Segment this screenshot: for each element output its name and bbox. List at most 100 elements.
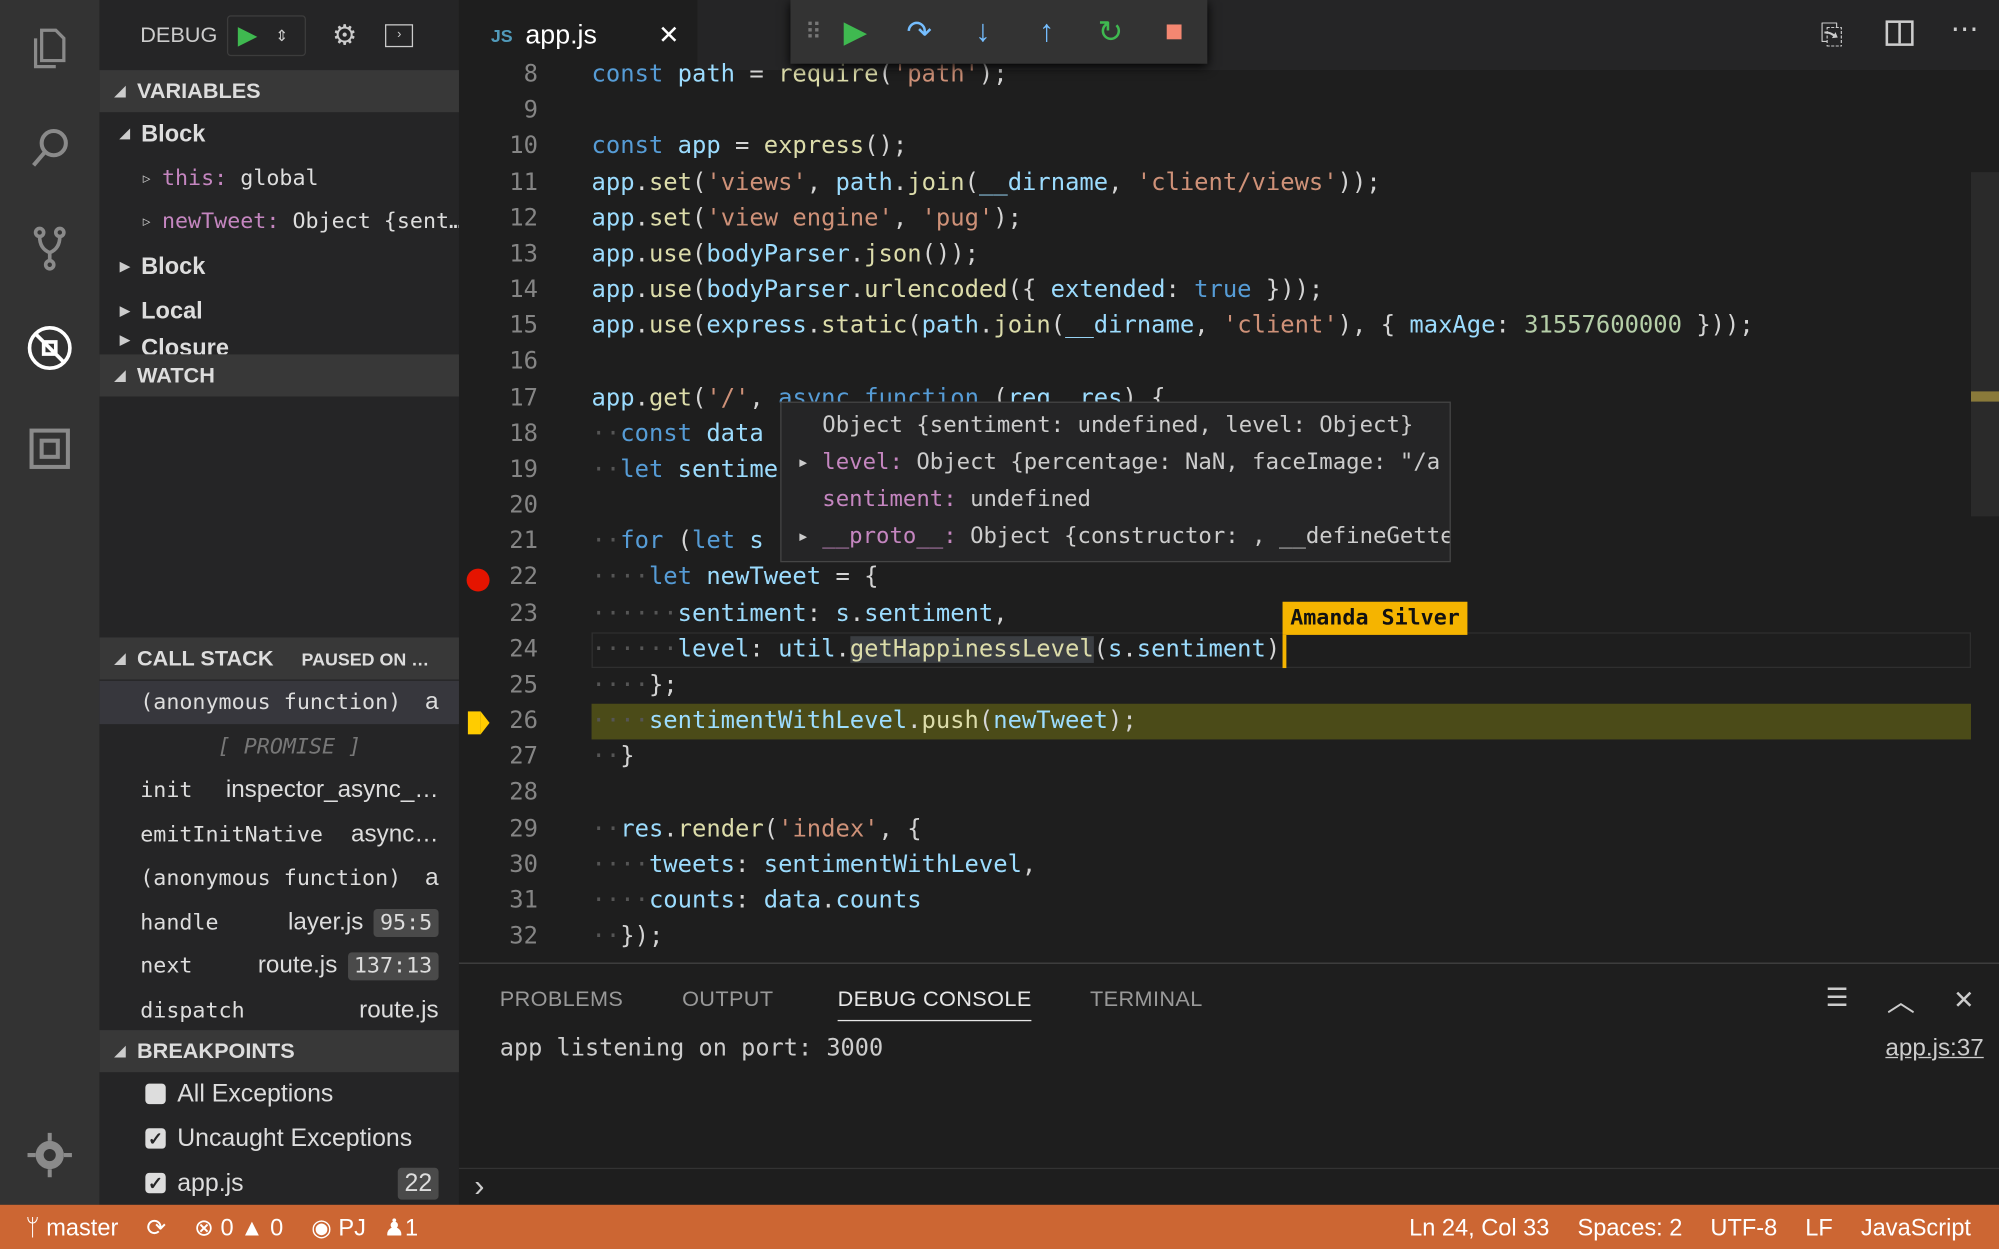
code-line[interactable]: 11 app.set('views', path.join(__dirname, … xyxy=(459,165,1971,201)
expand-icon[interactable]: ▶ xyxy=(799,445,807,482)
tab-output[interactable]: OUTPUT xyxy=(682,987,773,1020)
code-line[interactable]: 25 ····}; xyxy=(459,668,1971,704)
search-icon[interactable] xyxy=(24,124,75,175)
code-line[interactable]: 31 ····counts: data.counts xyxy=(459,883,1971,919)
watch-section-header[interactable]: ◢ WATCH xyxy=(99,354,459,397)
indentation[interactable]: Spaces: 2 xyxy=(1577,1213,1682,1241)
async-separator[interactable]: [ PROMISE ] xyxy=(99,725,459,768)
scope-local[interactable]: ▶ Local xyxy=(99,289,459,332)
files-icon[interactable] xyxy=(24,23,75,74)
section-title: VARIABLES xyxy=(137,78,261,103)
breakpoint-item[interactable]: All Exceptions xyxy=(99,1072,459,1115)
stack-frame[interactable]: next route.js 137:13 xyxy=(99,945,459,988)
close-panel-icon[interactable]: ✕ xyxy=(1953,984,1974,1016)
extensions-icon[interactable] xyxy=(24,423,75,474)
checkbox-unchecked[interactable] xyxy=(145,1083,166,1105)
hover-property[interactable]: ▶ __proto__: Object {constructor: , __def… xyxy=(782,519,1449,556)
breakpoint-label: All Exceptions xyxy=(177,1079,334,1108)
continue-icon[interactable]: ▶ xyxy=(824,13,888,50)
split-editor-icon[interactable] xyxy=(1885,20,1914,46)
cursor-position[interactable]: Ln 24, Col 33 xyxy=(1409,1213,1549,1241)
code-line[interactable]: 9 xyxy=(459,93,1971,129)
breakpoint-icon[interactable] xyxy=(466,568,490,592)
editor-scrollbar[interactable] xyxy=(1970,70,1999,963)
code-line[interactable]: 23 ······sentiment: s.sentiment, xyxy=(459,596,1971,632)
code-line[interactable]: 16 xyxy=(459,345,1971,381)
code-line[interactable]: 27 ··} xyxy=(459,740,1971,776)
scrollbar-thumb[interactable] xyxy=(1970,172,1999,517)
step-over-icon[interactable]: ↷ xyxy=(887,13,951,50)
scope-block[interactable]: ▶ Block xyxy=(99,245,459,288)
source-link[interactable]: app.js:37 xyxy=(1885,1035,1983,1063)
code-token: __dirname xyxy=(979,168,1109,196)
sync-icon[interactable]: ⟳ xyxy=(146,1213,166,1241)
stack-frame[interactable]: handle layer.js 95:5 xyxy=(99,901,459,944)
code-text: ··const data xyxy=(592,416,764,452)
start-debugging-icon[interactable]: ▶ xyxy=(238,19,258,51)
stack-frame[interactable]: emitInitNative async… xyxy=(99,813,459,856)
code-line[interactable]: 29 ··res.render('index', { xyxy=(459,812,1971,848)
language-mode[interactable]: JavaScript xyxy=(1861,1213,1971,1241)
code-line[interactable]: 14 app.use(bodyParser.urlencoded({ extend… xyxy=(459,273,1971,309)
code-token: use xyxy=(648,312,693,340)
restart-icon[interactable]: ↻ xyxy=(1079,13,1143,50)
variable-newtweet[interactable]: ▷ newTweet: Object {sent… xyxy=(99,200,459,243)
code-line[interactable]: 12 app.set('view engine', 'pug'); xyxy=(459,201,1971,237)
hover-property[interactable]: sentiment: undefined xyxy=(782,482,1450,519)
clear-console-icon[interactable]: ☰ xyxy=(1826,982,1849,1014)
launch-config-select[interactable]: ▶ ⇕ xyxy=(227,14,307,56)
code-line[interactable]: 26 ····sentimentWithLevel.push(newTweet); xyxy=(459,703,1971,740)
checkbox-checked[interactable]: ✓ xyxy=(145,1128,166,1149)
step-into-icon[interactable]: ↓ xyxy=(951,14,1015,50)
expand-icon[interactable]: ▶ xyxy=(799,519,807,556)
tab-terminal[interactable]: TERMINAL xyxy=(1090,987,1203,1020)
debug-console-icon[interactable]: › xyxy=(385,23,414,47)
breakpoint-item[interactable]: ✓ app.js 22 xyxy=(99,1161,459,1204)
close-icon[interactable]: ✕ xyxy=(658,19,679,51)
code-line[interactable]: 32 ··}); xyxy=(459,919,1971,955)
stack-frame[interactable]: dispatch route.js xyxy=(99,989,459,1032)
stack-frame[interactable]: (anonymous function) a xyxy=(99,680,459,725)
breakpoint-item[interactable]: ✓ Uncaught Exceptions xyxy=(99,1117,459,1160)
code-line[interactable]: 28 xyxy=(459,776,1971,812)
stack-frame[interactable]: init inspector_async_… xyxy=(99,769,459,812)
variable-this[interactable]: ▷ this: global xyxy=(99,157,459,200)
variables-section-header[interactable]: ◢ VARIABLES xyxy=(99,70,459,113)
stop-icon[interactable]: ■ xyxy=(1142,14,1206,50)
problems-item[interactable]: ⊗ 0 ▲ 0 xyxy=(194,1213,283,1241)
scope-closure[interactable]: ▶ Closure xyxy=(99,334,459,354)
hover-property[interactable]: ▶ level: Object {percentage: NaN, faceIma… xyxy=(782,445,1450,482)
more-actions-icon[interactable]: ⋯ xyxy=(1951,13,1979,46)
open-changes-icon[interactable]: ⎘ xyxy=(1821,18,1843,51)
code-token: app xyxy=(591,312,635,340)
call-stack-section-header[interactable]: ◢ CALL STACK PAUSED ON … xyxy=(99,637,459,680)
gear-icon[interactable]: ⚙ xyxy=(332,18,357,51)
gear-icon[interactable] xyxy=(24,1130,75,1181)
maximize-panel-icon[interactable]: ︿ xyxy=(1887,979,1915,1020)
code-line[interactable]: 30 ····tweets: sentimentWithLevel, xyxy=(459,847,1971,883)
code-line[interactable]: 15 app.use(express.static(path.join(__dir… xyxy=(459,309,1971,345)
code-token: app xyxy=(591,276,635,304)
live-share-item[interactable]: ◉ PJ xyxy=(311,1213,366,1241)
stack-frame[interactable]: (anonymous function) a xyxy=(99,857,459,900)
end-of-line[interactable]: LF xyxy=(1805,1213,1833,1241)
code-line[interactable]: 10 const app = express(); xyxy=(459,129,1971,165)
tab-problems[interactable]: PROBLEMS xyxy=(500,987,624,1020)
step-out-icon[interactable]: ↑ xyxy=(1015,14,1079,50)
debug-icon[interactable] xyxy=(24,323,75,374)
code-token: app xyxy=(591,240,635,268)
source-control-icon[interactable] xyxy=(24,223,75,274)
scope-block[interactable]: ◢ Block xyxy=(99,112,459,155)
console-input[interactable]: › xyxy=(458,1167,1999,1206)
participants-item[interactable]: ♟1 xyxy=(384,1213,418,1241)
code-line[interactable]: 24 ······level: util.getHappinessLevel(s.… xyxy=(459,631,1971,668)
code-line[interactable]: 13 app.use(bodyParser.json()); xyxy=(459,237,1971,273)
code-line[interactable]: 8 const path = require('path'); xyxy=(459,57,1971,93)
encoding[interactable]: UTF-8 xyxy=(1710,1213,1777,1241)
checkbox-checked[interactable]: ✓ xyxy=(145,1172,166,1194)
code-line[interactable]: 22 ····let newTweet = { xyxy=(459,560,1971,596)
branch-item[interactable]: ᛘ master xyxy=(25,1213,118,1241)
tab-debug-console[interactable]: DEBUG CONSOLE xyxy=(837,987,1032,1022)
drag-handle-icon[interactable]: ⠿ xyxy=(803,18,823,45)
breakpoints-section-header[interactable]: ◢ BREAKPOINTS xyxy=(99,1030,459,1073)
